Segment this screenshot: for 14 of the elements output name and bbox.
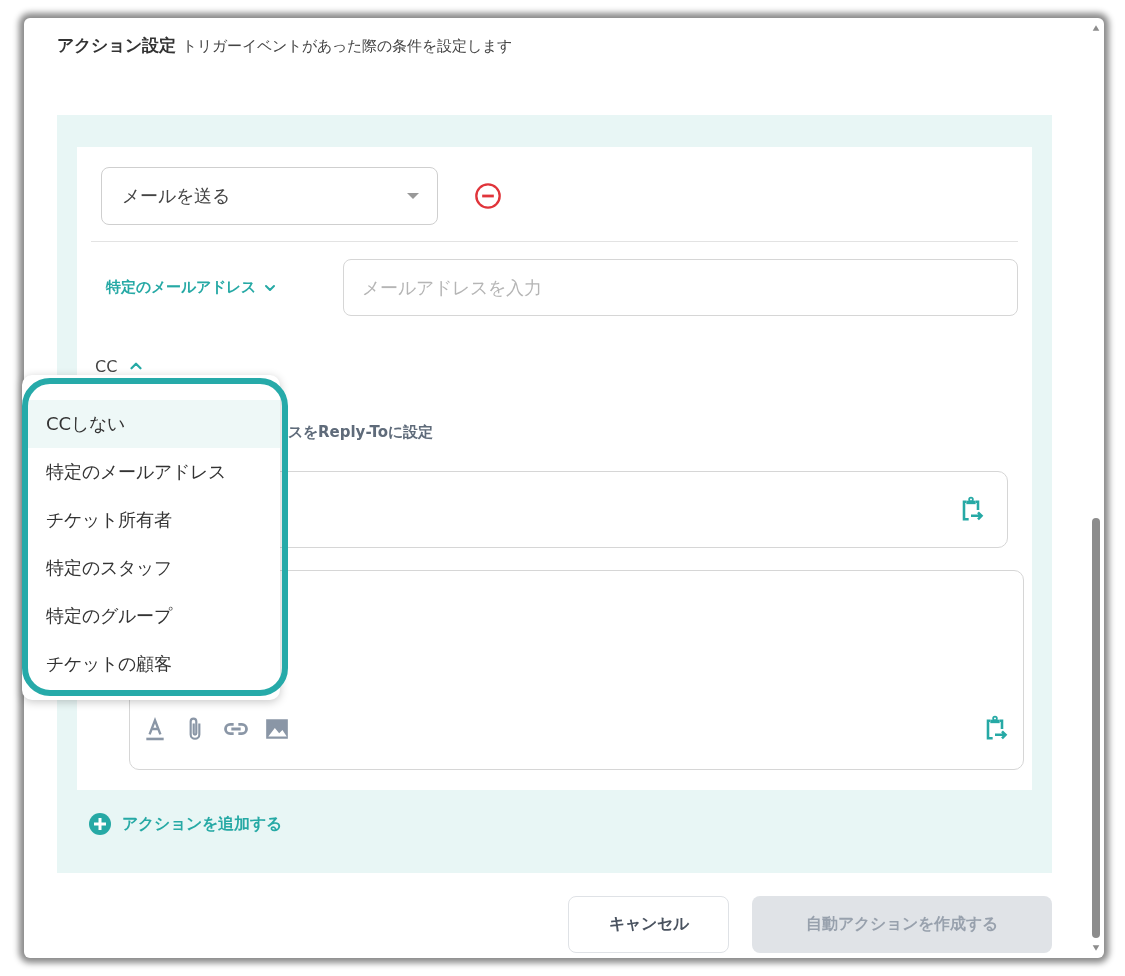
section-title: アクション設定	[57, 34, 176, 57]
scroll-down-icon[interactable]	[1091, 944, 1101, 952]
caret-icon	[407, 193, 419, 199]
email-field[interactable]: メールアドレスを入力	[343, 259, 1018, 316]
action-select[interactable]: メールを送る	[101, 167, 438, 225]
scrollbar-thumb[interactable]	[1092, 518, 1100, 938]
cc-toggle[interactable]: CC	[95, 356, 118, 376]
image-icon[interactable]	[264, 716, 290, 742]
reply-to-label: スをReply-Toに設定	[288, 423, 433, 441]
cancel-button[interactable]: キャンセル	[568, 896, 729, 953]
remove-icon[interactable]	[474, 182, 502, 210]
section-description: トリガーイベントがあった際の条件を設定します	[182, 37, 512, 56]
scroll-up-icon[interactable]	[1091, 24, 1101, 32]
plus-icon	[88, 812, 112, 836]
